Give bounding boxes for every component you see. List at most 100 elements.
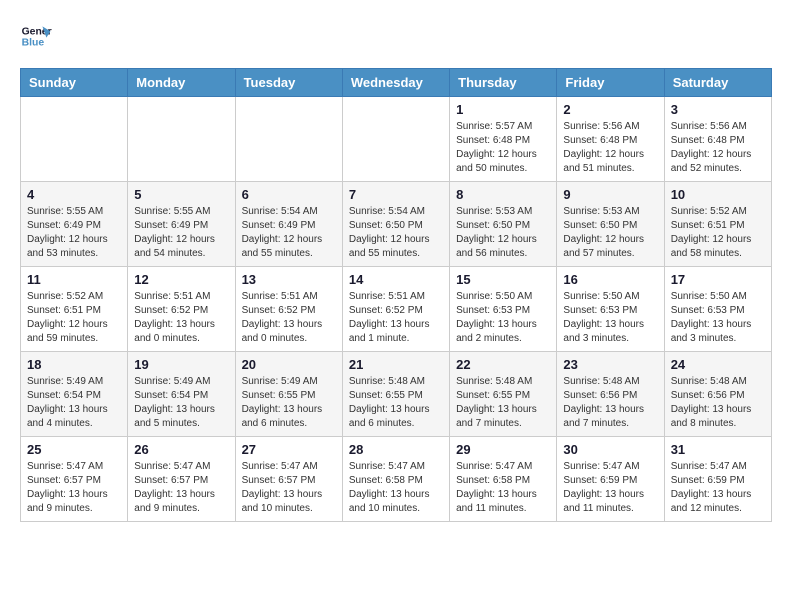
column-header-sunday: Sunday (21, 69, 128, 97)
calendar-cell (342, 97, 449, 182)
calendar-cell: 6 Sunrise: 5:54 AM Sunset: 6:49 PM Daylig… (235, 182, 342, 267)
calendar-cell: 3 Sunrise: 5:56 AM Sunset: 6:48 PM Daylig… (664, 97, 771, 182)
calendar-week-3: 11 Sunrise: 5:52 AM Sunset: 6:51 PM Dayli… (21, 267, 772, 352)
day-number: 7 (349, 187, 443, 202)
calendar-cell: 25 Sunrise: 5:47 AM Sunset: 6:57 PM Dayli… (21, 437, 128, 522)
day-info: Sunrise: 5:51 AM Sunset: 6:52 PM Dayligh… (134, 290, 228, 346)
calendar-cell: 7 Sunrise: 5:54 AM Sunset: 6:50 PM Daylig… (342, 182, 449, 267)
calendar-cell: 26Sunrise: 5:47 AM Sunset: 6:57 PM Dayli… (128, 437, 235, 522)
calendar-cell: 8 Sunrise: 5:53 AM Sunset: 6:50 PM Daylig… (450, 182, 557, 267)
calendar-cell: 11 Sunrise: 5:52 AM Sunset: 6:51 PM Dayli… (21, 267, 128, 352)
column-header-wednesday: Wednesday (342, 69, 449, 97)
day-number: 13 (242, 272, 336, 287)
calendar-cell: 31 Sunrise: 5:47 AM Sunset: 6:59 PM Dayli… (664, 437, 771, 522)
day-info: Sunrise: 5:56 AM Sunset: 6:48 PM Dayligh… (671, 120, 765, 176)
calendar-cell: 23 Sunrise: 5:48 AM Sunset: 6:56 PM Dayli… (557, 352, 664, 437)
day-info: Sunrise: 5:49 AM Sunset: 6:55 PM Dayligh… (242, 375, 336, 431)
day-info: Sunrise: 5:54 AM Sunset: 6:49 PM Dayligh… (242, 205, 336, 261)
day-info: Sunrise: 5:52 AM Sunset: 6:51 PM Dayligh… (27, 290, 121, 346)
day-info: Sunrise: 5:47 AM Sunset: 6:58 PM Dayligh… (349, 460, 443, 516)
day-number: 3 (671, 102, 765, 117)
logo-icon: General Blue (20, 20, 52, 52)
calendar-week-5: 25 Sunrise: 5:47 AM Sunset: 6:57 PM Dayli… (21, 437, 772, 522)
day-info: Sunrise: 5:54 AM Sunset: 6:50 PM Dayligh… (349, 205, 443, 261)
day-info: Sunrise: 5:48 AM Sunset: 6:55 PM Dayligh… (456, 375, 550, 431)
calendar-header-row: SundayMondayTuesdayWednesdayThursdayFrid… (21, 69, 772, 97)
day-number: 31 (671, 442, 765, 457)
calendar-cell: 30Sunrise: 5:47 AM Sunset: 6:59 PM Dayli… (557, 437, 664, 522)
day-info: Sunrise: 5:53 AM Sunset: 6:50 PM Dayligh… (456, 205, 550, 261)
day-info: Sunrise: 5:47 AM Sunset: 6:59 PM Dayligh… (671, 460, 765, 516)
day-info: Sunrise: 5:56 AM Sunset: 6:48 PM Dayligh… (563, 120, 657, 176)
day-number: 1 (456, 102, 550, 117)
day-info: Sunrise: 5:47 AM Sunset: 6:57 PM Dayligh… (27, 460, 121, 516)
column-header-thursday: Thursday (450, 69, 557, 97)
calendar-cell: 18 Sunrise: 5:49 AM Sunset: 6:54 PM Dayli… (21, 352, 128, 437)
day-info: Sunrise: 5:50 AM Sunset: 6:53 PM Dayligh… (671, 290, 765, 346)
day-info: Sunrise: 5:50 AM Sunset: 6:53 PM Dayligh… (563, 290, 657, 346)
column-header-saturday: Saturday (664, 69, 771, 97)
day-number: 22 (456, 357, 550, 372)
day-info: Sunrise: 5:48 AM Sunset: 6:56 PM Dayligh… (671, 375, 765, 431)
logo: General Blue (20, 20, 56, 52)
day-number: 16 (563, 272, 657, 287)
calendar-cell: 5Sunrise: 5:55 AM Sunset: 6:49 PM Daylig… (128, 182, 235, 267)
day-info: Sunrise: 5:48 AM Sunset: 6:55 PM Dayligh… (349, 375, 443, 431)
day-info: Sunrise: 5:52 AM Sunset: 6:51 PM Dayligh… (671, 205, 765, 261)
day-number: 23 (563, 357, 657, 372)
day-number: 28 (349, 442, 443, 457)
day-info: Sunrise: 5:47 AM Sunset: 6:57 PM Dayligh… (242, 460, 336, 516)
day-number: 29 (456, 442, 550, 457)
day-info: Sunrise: 5:48 AM Sunset: 6:56 PM Dayligh… (563, 375, 657, 431)
day-number: 9 (563, 187, 657, 202)
day-number: 21 (349, 357, 443, 372)
day-info: Sunrise: 5:53 AM Sunset: 6:50 PM Dayligh… (563, 205, 657, 261)
day-number: 15 (456, 272, 550, 287)
column-header-tuesday: Tuesday (235, 69, 342, 97)
calendar-cell: 10 Sunrise: 5:52 AM Sunset: 6:51 PM Dayli… (664, 182, 771, 267)
day-number: 17 (671, 272, 765, 287)
day-number: 12 (134, 272, 228, 287)
calendar-cell (21, 97, 128, 182)
day-info: Sunrise: 5:47 AM Sunset: 6:58 PM Dayligh… (456, 460, 550, 516)
day-info: Sunrise: 5:47 AM Sunset: 6:57 PM Dayligh… (134, 460, 228, 516)
calendar-cell: 19Sunrise: 5:49 AM Sunset: 6:54 PM Dayli… (128, 352, 235, 437)
day-number: 20 (242, 357, 336, 372)
calendar-cell: 9 Sunrise: 5:53 AM Sunset: 6:50 PM Daylig… (557, 182, 664, 267)
day-number: 2 (563, 102, 657, 117)
calendar-cell: 28 Sunrise: 5:47 AM Sunset: 6:58 PM Dayli… (342, 437, 449, 522)
calendar-week-1: 1 Sunrise: 5:57 AM Sunset: 6:48 PM Daylig… (21, 97, 772, 182)
calendar-cell: 29 Sunrise: 5:47 AM Sunset: 6:58 PM Dayli… (450, 437, 557, 522)
calendar-cell: 17 Sunrise: 5:50 AM Sunset: 6:53 PM Dayli… (664, 267, 771, 352)
day-info: Sunrise: 5:55 AM Sunset: 6:49 PM Dayligh… (134, 205, 228, 261)
calendar-week-2: 4 Sunrise: 5:55 AM Sunset: 6:49 PM Daylig… (21, 182, 772, 267)
day-number: 11 (27, 272, 121, 287)
calendar-week-4: 18 Sunrise: 5:49 AM Sunset: 6:54 PM Dayli… (21, 352, 772, 437)
day-number: 10 (671, 187, 765, 202)
calendar-cell: 13 Sunrise: 5:51 AM Sunset: 6:52 PM Dayli… (235, 267, 342, 352)
calendar-cell: 21 Sunrise: 5:48 AM Sunset: 6:55 PM Dayli… (342, 352, 449, 437)
day-info: Sunrise: 5:49 AM Sunset: 6:54 PM Dayligh… (27, 375, 121, 431)
day-number: 25 (27, 442, 121, 457)
day-number: 8 (456, 187, 550, 202)
column-header-friday: Friday (557, 69, 664, 97)
calendar-cell: 12 Sunrise: 5:51 AM Sunset: 6:52 PM Dayli… (128, 267, 235, 352)
day-info: Sunrise: 5:57 AM Sunset: 6:48 PM Dayligh… (456, 120, 550, 176)
calendar-cell: 14Sunrise: 5:51 AM Sunset: 6:52 PM Dayli… (342, 267, 449, 352)
calendar-cell: 27Sunrise: 5:47 AM Sunset: 6:57 PM Dayli… (235, 437, 342, 522)
page-header: General Blue (20, 20, 772, 52)
day-number: 18 (27, 357, 121, 372)
calendar-cell: 20 Sunrise: 5:49 AM Sunset: 6:55 PM Dayli… (235, 352, 342, 437)
calendar-table: SundayMondayTuesdayWednesdayThursdayFrid… (20, 68, 772, 522)
calendar-cell (235, 97, 342, 182)
day-info: Sunrise: 5:51 AM Sunset: 6:52 PM Dayligh… (242, 290, 336, 346)
calendar-cell: 1 Sunrise: 5:57 AM Sunset: 6:48 PM Daylig… (450, 97, 557, 182)
calendar-cell: 2 Sunrise: 5:56 AM Sunset: 6:48 PM Daylig… (557, 97, 664, 182)
day-info: Sunrise: 5:49 AM Sunset: 6:54 PM Dayligh… (134, 375, 228, 431)
calendar-cell: 15 Sunrise: 5:50 AM Sunset: 6:53 PM Dayli… (450, 267, 557, 352)
column-header-monday: Monday (128, 69, 235, 97)
day-info: Sunrise: 5:51 AM Sunset: 6:52 PM Dayligh… (349, 290, 443, 346)
day-number: 6 (242, 187, 336, 202)
day-number: 4 (27, 187, 121, 202)
day-info: Sunrise: 5:50 AM Sunset: 6:53 PM Dayligh… (456, 290, 550, 346)
